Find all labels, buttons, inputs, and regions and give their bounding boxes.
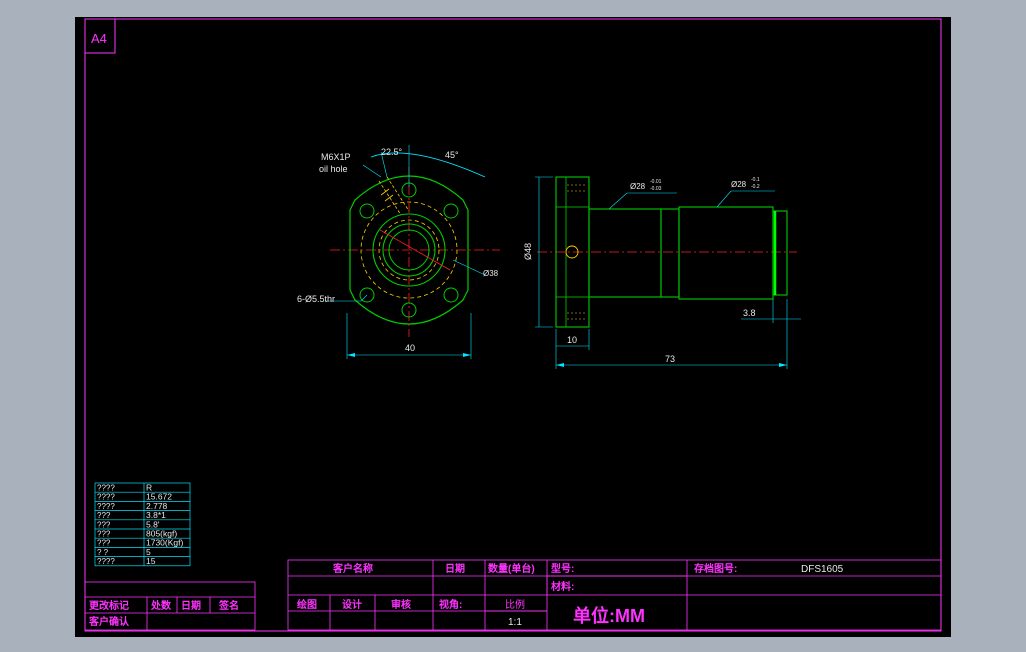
customer-confirm: 客户确认 bbox=[88, 615, 130, 628]
file-no-value: DFS1605 bbox=[801, 564, 844, 575]
angle-b-label: 45° bbox=[445, 150, 459, 160]
scale-value: 1:1 bbox=[508, 617, 522, 628]
nut-body bbox=[588, 208, 662, 298]
drawing-canvas: A4 M6X1P oil hole 22.5° 45° 6-Ø5.5thr Ø3… bbox=[75, 17, 951, 637]
rev-h1: 更改标记 bbox=[89, 599, 129, 612]
paper-size-label: A4 bbox=[91, 31, 107, 46]
angle-a-label: 22.5° bbox=[381, 147, 403, 157]
date-label: 日期 bbox=[445, 562, 465, 575]
width-label: 40 bbox=[405, 343, 415, 353]
spec-key: ? ? bbox=[97, 548, 109, 557]
tol-28b-label: Ø28 bbox=[731, 180, 747, 189]
quantity-label: 数量(单台) bbox=[488, 562, 535, 575]
review-label: 审核 bbox=[391, 598, 411, 611]
spec-value: 15 bbox=[146, 556, 156, 566]
spec-key: ???? bbox=[97, 557, 115, 566]
spec-key: ??? bbox=[97, 520, 111, 529]
spec-key: ??? bbox=[97, 511, 111, 520]
file-no-label: 存档图号: bbox=[694, 562, 737, 575]
pcd-label: Ø38 bbox=[483, 269, 499, 278]
tol-28b-lower: -0.2 bbox=[751, 184, 760, 190]
flange-dia-label: Ø48 bbox=[523, 243, 533, 260]
oil-hole-label: oil hole bbox=[319, 164, 348, 174]
drawn-label: 绘图 bbox=[297, 598, 317, 611]
projection-label: 视角: bbox=[439, 598, 462, 611]
rev-h3: 日期 bbox=[181, 599, 201, 612]
end-len-label: 3.8 bbox=[743, 308, 756, 318]
scale-label: 比例 bbox=[505, 598, 525, 611]
side-view: Ø48 10 73 3.8 Ø28 -0.01 -0.03 Ø28 -0.1 -… bbox=[523, 176, 801, 369]
sheet-border bbox=[84, 18, 942, 632]
cad-drawing: A4 M6X1P oil hole 22.5° 45° 6-Ø5.5thr Ø3… bbox=[84, 18, 942, 632]
revision-block: 更改标记 处数 日期 签名 客户确认 bbox=[84, 581, 256, 631]
flange-thk-label: 10 bbox=[567, 335, 577, 345]
rev-h2: 处数 bbox=[150, 599, 172, 612]
unit-label: 单位:MM bbox=[573, 605, 645, 626]
spec-key: ??? bbox=[97, 530, 111, 539]
spec-table: ???? R???? 15.672???? 2.778??? 3.8*1??? 5.8'?… bbox=[94, 483, 191, 567]
tol-28b-upper: -0.1 bbox=[751, 177, 760, 183]
material-label: 材料: bbox=[551, 580, 574, 593]
model-label: 型号: bbox=[551, 562, 574, 575]
total-len-label: 73 bbox=[665, 354, 675, 364]
tol-28a-lower: -0.03 bbox=[650, 186, 662, 192]
bolt-holes-label: 6-Ø5.5thr bbox=[297, 294, 335, 304]
rev-h4: 签名 bbox=[218, 599, 239, 612]
design-label: 设计 bbox=[342, 598, 362, 611]
spec-key: ???? bbox=[97, 484, 115, 493]
front-view: M6X1P oil hole 22.5° 45° 6-Ø5.5thr Ø38 4… bbox=[297, 145, 500, 359]
tol-28a-upper: -0.01 bbox=[650, 179, 662, 185]
customer-name-label: 客户名称 bbox=[332, 562, 373, 575]
spec-key: ???? bbox=[97, 493, 115, 502]
thread-label: M6X1P bbox=[321, 152, 351, 162]
spec-value: 1730(Kgf) bbox=[146, 538, 183, 548]
spec-key: ???? bbox=[97, 502, 115, 511]
spec-key: ??? bbox=[97, 539, 111, 548]
title-block: 客户名称 日期 数量(单台) 型号: 存档图号: DFS1605 材料: 绘图 … bbox=[287, 559, 942, 631]
tol-28a-label: Ø28 bbox=[630, 182, 646, 191]
